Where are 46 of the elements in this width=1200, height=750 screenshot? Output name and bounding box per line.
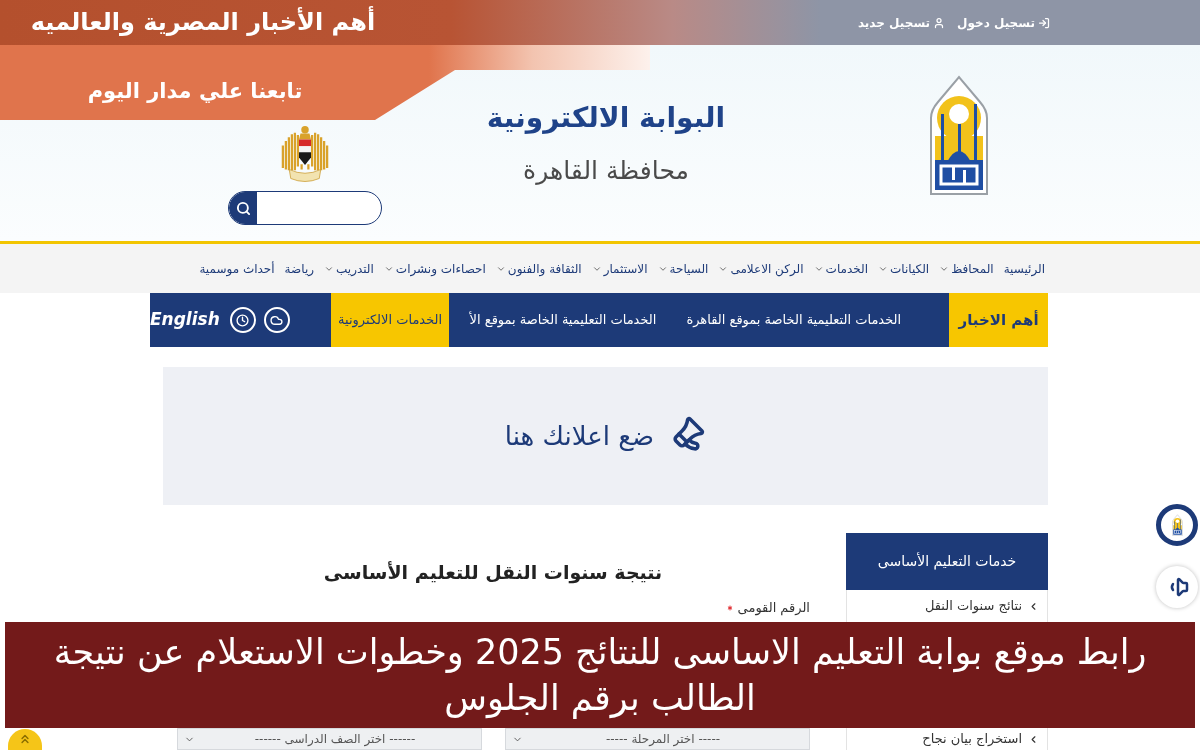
- search-button[interactable]: [229, 192, 257, 224]
- nav-link[interactable]: المحافظ: [939, 259, 994, 278]
- news-ticker-item[interactable]: الخدمات التعليمية الخاصة بموقع الأ: [469, 310, 657, 330]
- news-ticker-item[interactable]: الخدمات التعليمية الخاصة بموقع القاهرة: [686, 310, 902, 330]
- user-icon: [933, 16, 946, 29]
- audio-float-button[interactable]: [1156, 566, 1198, 608]
- sidebar-title: خدمات التعليم الأساسى: [846, 533, 1048, 590]
- nav-link[interactable]: الركن الاعلامى: [718, 259, 804, 278]
- nav-link[interactable]: رياضة: [284, 259, 315, 278]
- eagle-emblem-icon: [280, 123, 330, 183]
- nav-link[interactable]: الثقافة والفنون: [495, 259, 582, 278]
- select-field[interactable]: ------ اختر الصف الدراسى ------: [177, 728, 482, 750]
- emblem-float-button[interactable]: [1156, 504, 1198, 546]
- nav-link[interactable]: احصاءات ونشرات: [383, 259, 486, 278]
- scroll-top-button[interactable]: [8, 729, 42, 750]
- form-title: نتيجة سنوات النقل للتعليم الأساسى: [323, 560, 663, 584]
- login-icon: [1038, 16, 1050, 29]
- governorate-name: محافظة القاهرة: [523, 155, 689, 187]
- sidebar-link[interactable]: نتائج سنوات النقل: [847, 592, 1047, 620]
- search-icon: [235, 200, 251, 216]
- nav-link[interactable]: الخدمات: [813, 259, 868, 278]
- mosque-emblem-icon: [1171, 514, 1183, 536]
- nav-link[interactable]: الاستثمار: [591, 259, 648, 278]
- e-services-link[interactable]: الخدمات الالكترونية: [330, 293, 450, 347]
- mosque-emblem-icon: [928, 74, 990, 196]
- nav-link[interactable]: أحداث موسمية: [199, 259, 275, 278]
- field-label: الرقم القومى: [737, 599, 810, 617]
- headline-banner: رابط موقع بوابة التعليم الاساسى للنتائج 2025 وخطوات الاستعلام عن نتيجة الطالب برقم الجلوس: [5, 622, 1195, 728]
- promo-subline: تابعنا علي مدار اليوم: [86, 78, 304, 105]
- language-link[interactable]: English: [150, 307, 220, 333]
- promo-headline: أهم الأخبار المصرية والعالميه: [29, 5, 377, 38]
- ticker-label: أهم الاخبار: [949, 293, 1048, 347]
- cloud-button[interactable]: [263, 307, 290, 333]
- select-field[interactable]: ----- اختر المرحلة -----: [505, 728, 810, 750]
- cloud-icon: [270, 313, 284, 327]
- clock-button[interactable]: [229, 307, 256, 333]
- ad-text: ضع اعلانك هنا: [504, 419, 655, 453]
- chevrons-up-icon: [18, 732, 32, 746]
- nav-link[interactable]: السياحة: [657, 259, 709, 278]
- clock-icon: [236, 313, 250, 327]
- portal-title: البوابة الالكترونية: [486, 100, 726, 136]
- search-field[interactable]: [228, 191, 382, 225]
- nav-link[interactable]: الرئيسية: [1003, 259, 1045, 278]
- nav-link[interactable]: التدريب: [324, 259, 374, 278]
- nav-link[interactable]: الكيانات: [878, 259, 930, 278]
- sidebar-link[interactable]: استخراج بيان نجاح: [847, 728, 1047, 750]
